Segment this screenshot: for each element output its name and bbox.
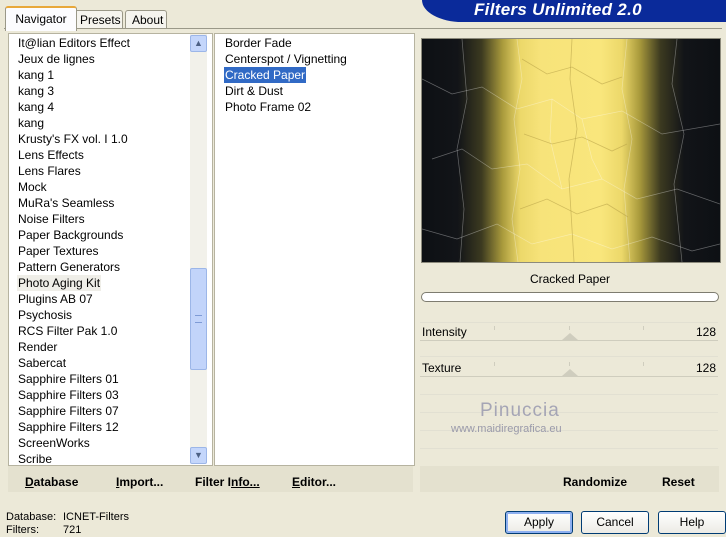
category-item[interactable]: kang 4 (17, 99, 55, 115)
category-item[interactable]: Scribe (17, 451, 53, 467)
slider-ticks-intensity (420, 326, 718, 330)
category-item[interactable]: It@lian Editors Effect (17, 35, 131, 51)
help-button[interactable]: Help (658, 511, 726, 534)
category-item[interactable]: Krusty's FX vol. I 1.0 (17, 131, 129, 147)
category-scrollbar[interactable]: ▲ ▼ (190, 34, 207, 464)
slider-row-divider (420, 356, 718, 357)
slider-thumb-intensity[interactable] (562, 333, 578, 340)
app-title: Filters Unlimited 2.0 (474, 0, 642, 19)
empty-row-divider (420, 394, 718, 395)
cancel-button[interactable]: Cancel (581, 511, 649, 534)
category-item[interactable]: Psychosis (17, 307, 73, 323)
empty-row-divider (420, 448, 718, 449)
category-item[interactable]: Pattern Generators (17, 259, 121, 275)
cracked-paper-texture (422, 39, 720, 262)
progress-bar (421, 292, 719, 302)
category-item[interactable]: Sapphire Filters 01 (17, 371, 120, 387)
category-item[interactable]: Paper Backgrounds (17, 227, 124, 243)
scrollbar-thumb[interactable] (190, 268, 207, 370)
category-item[interactable]: ScreenWorks (17, 435, 91, 451)
tab-about[interactable]: About (125, 10, 167, 29)
category-item[interactable]: Sapphire Filters 12 (17, 419, 120, 435)
category-item[interactable]: Noise Filters (17, 211, 86, 227)
category-item[interactable]: kang (17, 115, 45, 131)
filter-item[interactable]: Dirt & Dust (224, 83, 284, 99)
category-item[interactable]: Paper Textures (17, 243, 100, 259)
category-item[interactable]: Mock (17, 179, 48, 195)
category-item[interactable]: MuRa's Seamless (17, 195, 115, 211)
import-button[interactable]: Import... (116, 475, 163, 489)
category-item[interactable]: Lens Effects (17, 147, 85, 163)
filter-preview (421, 38, 721, 263)
status-filters-value: 721 (63, 524, 82, 536)
filter-item[interactable]: Photo Frame 02 (224, 99, 312, 115)
category-item[interactable]: Sapphire Filters 03 (17, 387, 120, 403)
category-item[interactable]: kang 1 (17, 67, 55, 83)
tab-navigator[interactable]: Navigator (5, 6, 77, 31)
editor-button[interactable]: Editor... (292, 475, 336, 489)
category-item[interactable]: Photo Aging Kit (17, 275, 102, 291)
filter-item[interactable]: Centerspot / Vignetting (224, 51, 348, 67)
scroll-up-arrow-icon[interactable]: ▲ (190, 35, 207, 52)
database-button[interactable]: Database (25, 475, 78, 489)
category-item[interactable]: Sapphire Filters 07 (17, 403, 120, 419)
category-item[interactable]: Plugins AB 07 (17, 291, 94, 307)
filter-info-button[interactable]: Filter Info... (195, 475, 260, 489)
filter-item[interactable]: Border Fade (224, 35, 293, 51)
grip-icon (195, 315, 202, 323)
apply-button[interactable]: Apply (505, 511, 573, 534)
reset-button[interactable]: Reset (662, 475, 695, 489)
category-item[interactable]: Render (17, 339, 58, 355)
watermark-name: Pinuccia (480, 400, 560, 421)
empty-row-divider (420, 412, 718, 413)
slider-ticks-texture (420, 362, 718, 366)
slider-texture[interactable] (420, 376, 718, 377)
status-database-label: Database: (6, 511, 57, 523)
category-item[interactable]: Sabercat (17, 355, 67, 371)
category-item[interactable]: kang 3 (17, 83, 55, 99)
status-database-value: ICNET-Filters (63, 511, 129, 523)
category-item[interactable]: RCS Filter Pak 1.0 (17, 323, 118, 339)
tab-row-divider (4, 28, 722, 29)
filter-item[interactable]: Cracked Paper (224, 67, 307, 83)
category-item[interactable]: Jeux de lignes (17, 51, 96, 67)
watermark-url: www.maidiregrafica.eu (451, 423, 562, 435)
tab-presets[interactable]: Presets (73, 10, 123, 29)
slider-thumb-texture[interactable] (562, 369, 578, 376)
slider-row-divider (420, 322, 718, 323)
slider-intensity[interactable] (420, 340, 718, 341)
randomize-button[interactable]: Randomize (563, 475, 627, 489)
scroll-down-arrow-icon[interactable]: ▼ (190, 447, 207, 464)
status-filters-label: Filters: (6, 524, 39, 536)
preview-filter-name: Cracked Paper (529, 272, 611, 286)
category-item[interactable]: Lens Flares (17, 163, 82, 179)
